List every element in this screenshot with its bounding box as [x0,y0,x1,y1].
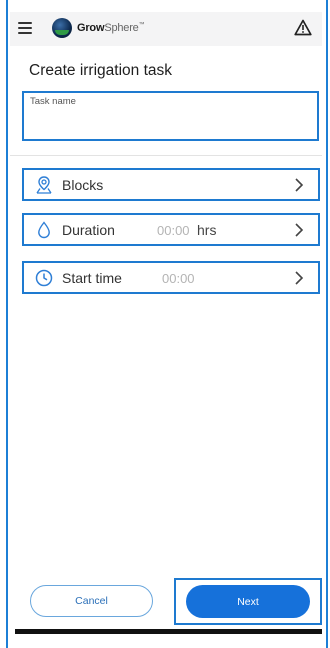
clock-icon [35,269,53,287]
chevron-right-icon [295,271,304,285]
duration-row[interactable]: Duration 00:00 hrs [22,213,320,246]
page-title: Create irrigation task [29,62,173,79]
logo-text: GrowSphere™ [77,22,145,34]
task-name-field[interactable]: Task name [22,91,319,141]
start-time-row[interactable]: Start time 00:00 [22,261,320,294]
map-pin-icon [36,176,52,194]
bottom-bar [15,629,322,634]
screen-frame-right [326,0,328,648]
divider [10,155,322,156]
menu-icon[interactable] [18,22,32,34]
water-drop-icon [38,221,50,239]
duration-value: 00:00 [157,223,190,238]
blocks-label: Blocks [62,177,104,193]
task-name-placeholder: Task name [30,96,76,107]
start-time-value: 00:00 [162,271,195,286]
chevron-right-icon [295,178,304,192]
blocks-row[interactable]: Blocks [22,168,320,201]
cancel-button[interactable]: Cancel [30,585,153,617]
warning-triangle-icon[interactable] [294,19,312,36]
duration-label: Duration [62,222,115,238]
duration-unit: hrs [197,222,217,238]
globe-logo-icon [52,18,72,38]
start-time-label: Start time [62,270,122,286]
app-logo: GrowSphere™ [52,17,145,39]
screen-frame-left [6,0,8,648]
next-button[interactable]: Next [186,585,310,618]
chevron-right-icon [295,223,304,237]
